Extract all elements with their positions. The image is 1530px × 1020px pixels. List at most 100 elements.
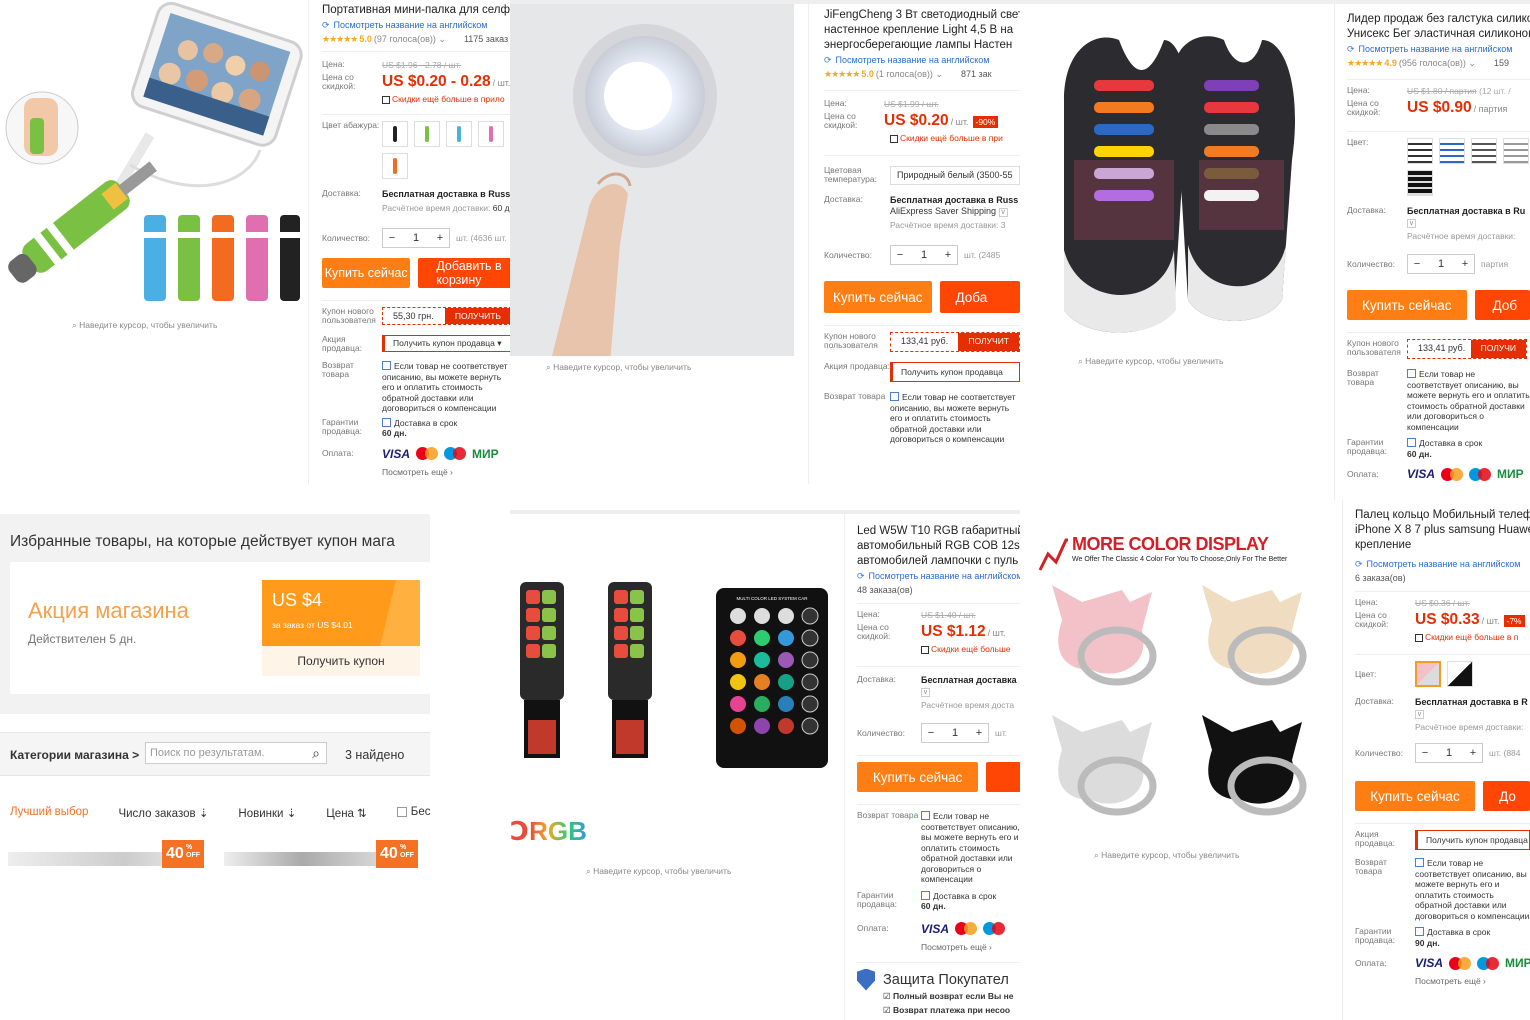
discount-price: US $0.33 — [1415, 610, 1480, 628]
remote-button — [730, 718, 746, 734]
shipping-method[interactable]: Бесплатная доставка в Russ — [890, 195, 1018, 205]
see-english-link[interactable]: ⟳ Посмотреть название на английском — [824, 55, 1020, 66]
product-image-selfie-stick[interactable] — [0, 0, 306, 320]
see-more-link[interactable]: Посмотреть ещё › — [1415, 976, 1530, 986]
swatch-blue[interactable] — [446, 121, 472, 147]
shipping-method[interactable]: Бесплатная доставка в Russian Federation — [382, 189, 512, 199]
plus-button[interactable]: + — [939, 249, 957, 261]
swatch-black[interactable] — [382, 121, 408, 147]
quantity-stepper[interactable]: −1 + — [890, 245, 958, 265]
minus-button[interactable]: − — [1416, 747, 1434, 759]
qr-icon — [382, 95, 390, 104]
color-temp-option[interactable]: Природный белый (3500-55 — [890, 166, 1020, 185]
quantity-stepper[interactable]: −1 + — [1415, 743, 1483, 763]
chevron-down-icon[interactable]: v — [998, 208, 1008, 217]
minus-button[interactable]: − — [383, 232, 401, 244]
buy-now-button[interactable]: Купить сейчас — [857, 762, 979, 792]
get-coupon-button[interactable]: Получить купон — [262, 646, 420, 676]
delivery-guarantee-icon — [1407, 438, 1416, 447]
maestro-logo — [1477, 956, 1500, 970]
get-coupon-button[interactable]: ПОЛУЧИТ — [958, 333, 1019, 351]
product-title[interactable]: Палец кольцо Мобильный телеф iPhone X 8 … — [1355, 508, 1530, 553]
product-title[interactable]: JiFengCheng 3 Вт светодиодный свет насте… — [824, 8, 1020, 53]
app-discount-link[interactable]: Скидки ещё больше в п — [1415, 632, 1530, 642]
store-coupon-select[interactable]: Получить купон продавца — [1415, 830, 1530, 850]
remote-mode-button — [801, 651, 819, 669]
sort-price[interactable]: Цена ⇅ — [326, 806, 366, 820]
see-english-link[interactable]: ⟳ Посмотреть название на английском — [1355, 559, 1530, 570]
free-shipping-checkbox[interactable] — [396, 806, 407, 817]
add-to-cart-button[interactable] — [986, 762, 1022, 792]
return-icon — [1415, 858, 1424, 867]
store-coupon-select[interactable]: Получить купон продавца ▾ — [382, 335, 512, 352]
add-to-cart-button[interactable]: До — [1483, 781, 1530, 811]
minus-button[interactable]: − — [1408, 258, 1426, 270]
swatch-style-2[interactable] — [1439, 138, 1465, 164]
quantity-stepper[interactable]: −1 + — [1407, 254, 1475, 274]
remote-button — [778, 608, 794, 624]
sort-best-match[interactable]: Лучший выбор — [10, 806, 88, 820]
plus-button[interactable]: + — [970, 727, 988, 739]
plus-button[interactable]: + — [431, 232, 449, 244]
search-input[interactable]: Поиск по результатам. ⌕ — [145, 742, 327, 764]
buy-now-button[interactable]: Купить сейчас — [1355, 781, 1476, 811]
get-coupon-button[interactable]: ПОЛУЧИ — [1470, 340, 1526, 358]
color-swatches — [1415, 661, 1530, 687]
app-discount-link[interactable]: Скидки ещё больше в при — [890, 133, 1020, 143]
swatch-black[interactable] — [1447, 661, 1473, 687]
chevron-down-icon[interactable]: v — [1407, 219, 1416, 228]
buy-now-button[interactable]: Купить сейчас — [1347, 290, 1467, 320]
quantity-value[interactable]: 1 — [401, 232, 431, 244]
product-details: Led W5W T10 RGB габаритный автомобильный… — [844, 514, 1022, 1020]
see-english-link[interactable]: ⟳ Посмотреть название на английском — [857, 571, 1022, 582]
promo-valid: Действителен 5 дн. — [28, 632, 137, 646]
product-title[interactable]: Портативная мини-палка для селфи для — [322, 3, 512, 18]
product-image-rgb-led[interactable]: MULTI COLOR LED SYSTEM CAR — [510, 570, 840, 840]
plus-button[interactable]: + — [1456, 258, 1474, 270]
see-more-link[interactable]: Посмотреть ещё › — [921, 942, 1022, 952]
shipping-method[interactable]: Бесплатная доставка в Ru — [1407, 206, 1525, 216]
shipping-method[interactable]: Бесплатная доставка в R — [1415, 697, 1528, 707]
app-discount-link[interactable]: Скидки ещё больше в прило — [382, 94, 512, 104]
see-more-link[interactable]: Посмотреть ещё › — [382, 467, 512, 477]
swatch-style-5[interactable] — [1407, 170, 1433, 196]
add-to-cart-button[interactable]: Доба — [939, 281, 1020, 313]
product-image-phone-ring[interactable] — [1032, 530, 1332, 840]
see-english-link[interactable]: ⟳ Посмотреть название на английском — [322, 20, 512, 31]
chevron-down-icon[interactable]: v — [921, 688, 930, 697]
buy-now-button[interactable]: Купить сейчас — [824, 281, 932, 313]
product-title[interactable]: Лидер продаж без галстука силико Унисекс… — [1347, 12, 1530, 42]
product-title[interactable]: Led W5W T10 RGB габаритный автомобильный… — [857, 524, 1022, 569]
sort-newest[interactable]: Новинки ⇣ — [238, 806, 296, 820]
minus-button[interactable]: − — [891, 249, 909, 261]
coupon-card[interactable]: US $4 за заказ от US $4.01 Получить купо… — [262, 580, 420, 676]
swatch-pink[interactable] — [478, 121, 504, 147]
add-to-cart-button[interactable]: Добавить в корзину — [418, 258, 512, 288]
product-image-shoelaces[interactable] — [1024, 10, 1314, 350]
swatch-style-1[interactable] — [1407, 138, 1433, 164]
discount-price: US $0.90 — [1407, 98, 1472, 116]
store-categories-link[interactable]: Категории магазина > — [10, 748, 139, 762]
chevron-down-icon[interactable]: v — [1415, 710, 1424, 719]
see-english-link[interactable]: ⟳ Посмотреть название на английском — [1347, 44, 1530, 55]
get-coupon-button[interactable]: ПОЛУЧИТЬ — [444, 308, 511, 324]
plus-button[interactable]: + — [1464, 747, 1482, 759]
minus-button[interactable]: − — [922, 727, 940, 739]
swatch-style-4[interactable] — [1503, 138, 1529, 164]
swatch-orange[interactable] — [382, 153, 408, 179]
store-coupon-select[interactable]: Получить купон продавца — [890, 362, 1020, 382]
quantity-stepper[interactable]: −1 + — [921, 723, 989, 743]
swatch-green[interactable] — [414, 121, 440, 147]
app-discount-link[interactable]: Скидки ещё больше — [921, 644, 1022, 654]
sort-orders[interactable]: Число заказов ⇣ — [118, 806, 208, 820]
search-icon[interactable]: ⌕ — [312, 745, 320, 762]
shipping-method[interactable]: Бесплатная доставка — [921, 675, 1017, 685]
product-image-wall-light[interactable] — [510, 4, 794, 356]
add-to-cart-button[interactable]: Доб — [1474, 290, 1530, 320]
product-pane-rgb-led: MULTI COLOR LED SYSTEM CAR ↃRGB Наведите… — [510, 510, 1022, 1020]
swatch-style-3[interactable] — [1471, 138, 1497, 164]
shield-icon — [857, 968, 875, 991]
buy-now-button[interactable]: Купить сейчас — [322, 258, 411, 288]
quantity-stepper[interactable]: −1 + — [382, 228, 450, 248]
swatch-mix[interactable] — [1415, 661, 1441, 687]
